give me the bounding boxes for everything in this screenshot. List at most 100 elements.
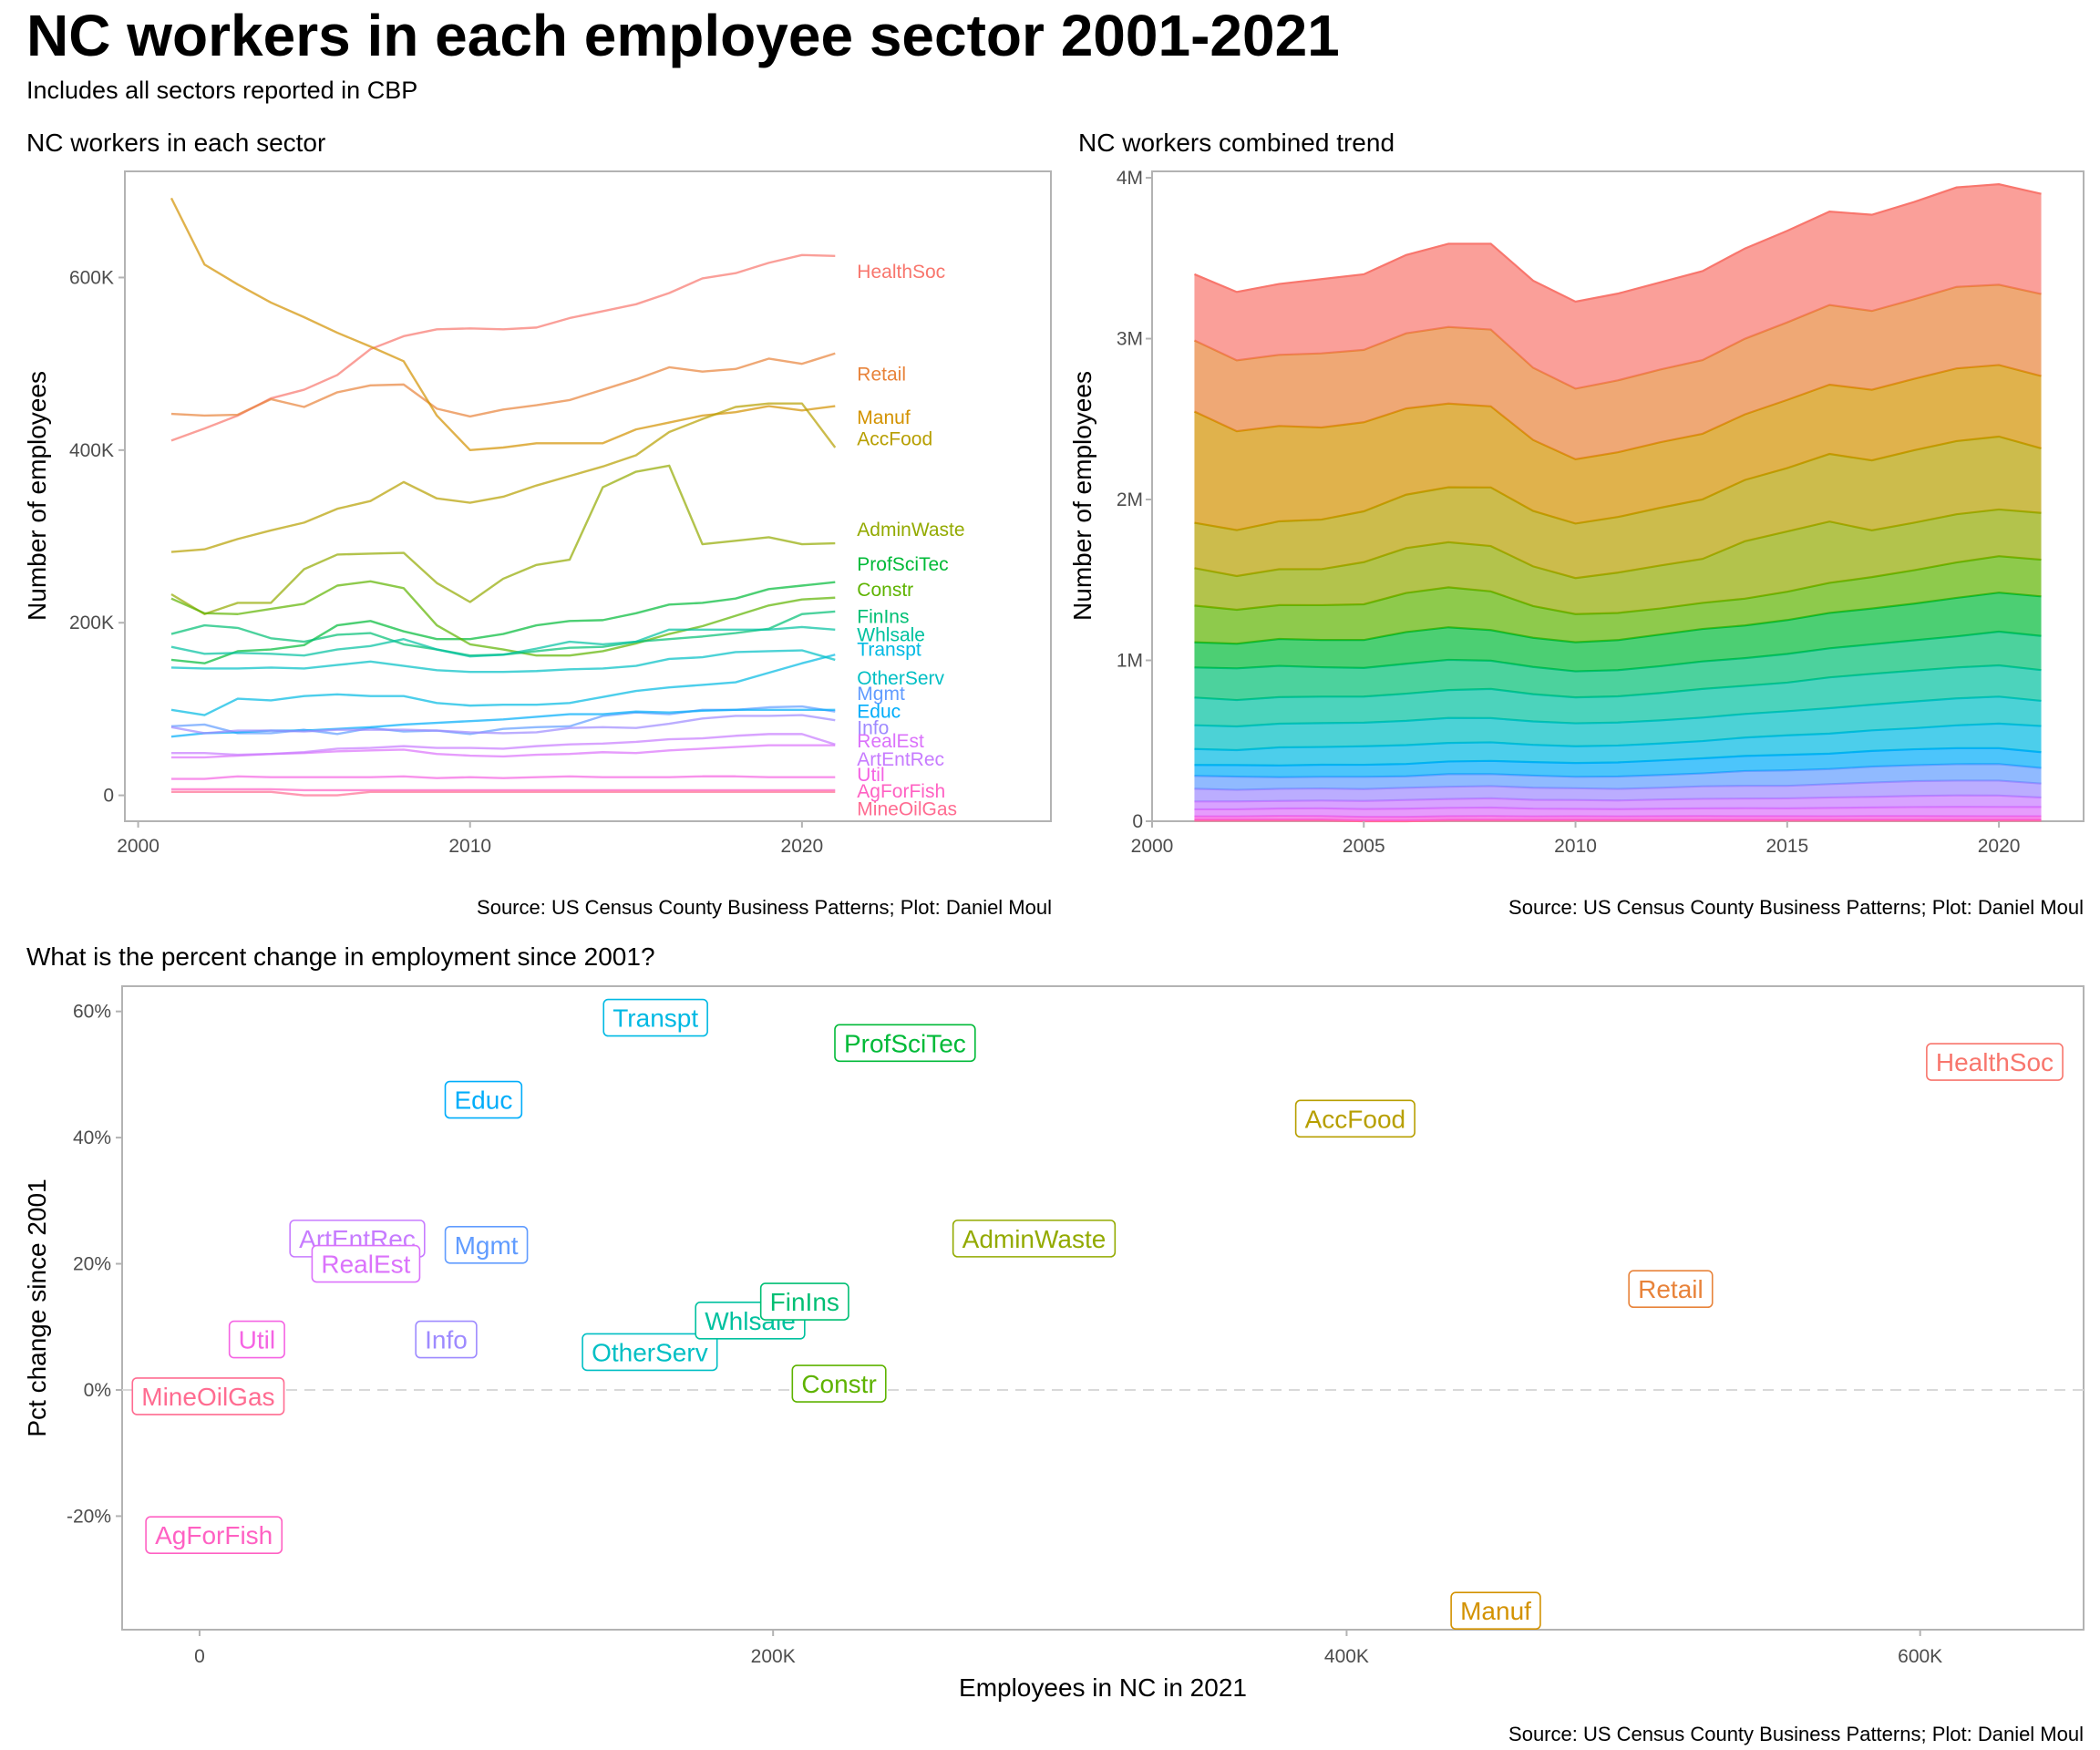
line-chart-direct-labels: HealthSoc Retail ManufAccFood AdminWaste Pro… (857, 262, 964, 820)
label-text: Manuf (1460, 1597, 1531, 1625)
line-chart-x-axis: 2000 2010 2020 (117, 821, 823, 857)
label-text: Mgmt (455, 1231, 519, 1260)
label-text: ProfSciTec (844, 1029, 966, 1057)
y-tick-label: 20% (73, 1254, 111, 1275)
label-text: FinIns (770, 1288, 839, 1316)
y-tick-label: 60% (73, 1002, 111, 1023)
series-line-manuf (170, 197, 836, 452)
x-tick-label: 200K (751, 1646, 796, 1667)
label-text: OtherServ (592, 1338, 708, 1366)
x-tick-label: 2010 (1554, 836, 1597, 857)
line-chart: 0 200K 400K 600K 2000 2010 2020 HealthSoc Reta… (23, 170, 1052, 857)
point-label-adminwaste: AdminWaste (952, 1220, 1117, 1258)
scatter-x-axis: 0 200K 400K 600K (194, 1630, 1942, 1667)
area-edge-mineoilgas (1194, 819, 2042, 823)
main-title: NC workers in each employee sector 2001-… (26, 3, 1340, 68)
label-text: AgForFish (155, 1521, 273, 1549)
x-tick-label: 400K (1324, 1646, 1369, 1667)
line-chart-y-axis-title: Number of employees (23, 371, 51, 621)
series-label-transpt: Transpt (857, 640, 921, 661)
label-text: AccFood (1305, 1105, 1406, 1133)
point-label-healthsoc: HealthSoc (1926, 1043, 2064, 1081)
x-tick-label: 600K (1898, 1646, 1942, 1667)
area-chart: 0 1M 2M 3M 4M 2000 2005 2010 2015 2020 Number of… (1068, 168, 2085, 857)
scatter-chart-title: What is the percent change in employment… (26, 942, 655, 971)
y-tick-label: 0% (84, 1380, 111, 1401)
point-label-otherserv: OtherServ (582, 1333, 718, 1372)
label-text: AdminWaste (962, 1225, 1107, 1253)
scatter-x-axis-title: Employees in NC in 2021 (959, 1673, 1247, 1702)
area-chart-layers (1193, 183, 2042, 823)
x-tick-label: 2000 (1131, 836, 1174, 857)
y-tick-label: 40% (73, 1127, 111, 1148)
label-text: MineOilGas (141, 1383, 274, 1411)
x-tick-label: 2015 (1765, 836, 1808, 857)
y-tick-label: 2M (1117, 489, 1143, 510)
area-chart-y-axis: 0 1M 2M 3M 4M (1117, 168, 1152, 832)
point-label-util: Util (228, 1320, 285, 1359)
x-tick-label: 2005 (1343, 836, 1385, 857)
series-line-realest (170, 744, 836, 759)
point-label-agforfish: AgForFish (145, 1516, 283, 1554)
area-chart-y-axis-title: Number of employees (1068, 371, 1096, 621)
point-label-profscitec: ProfSciTec (834, 1024, 976, 1063)
line-chart-series (170, 197, 837, 797)
y-tick-label: -20% (67, 1506, 111, 1527)
y-tick-label: 3M (1117, 329, 1143, 350)
series-label-adminwaste: AdminWaste (857, 520, 964, 540)
label-text: Transpt (612, 1004, 698, 1033)
scatter-labels: HealthSoc AccFood AdminWaste Retail Manuf Tra… (131, 998, 2064, 1631)
point-label-info: Info (415, 1320, 478, 1359)
series-label-accfood: AccFood (857, 429, 932, 450)
line-chart-y-axis: 0 200K 400K 600K (69, 267, 125, 807)
label-text: Constr (801, 1370, 876, 1398)
series-line-adminwaste (170, 464, 836, 615)
label-text: HealthSoc (1936, 1048, 2054, 1076)
area-chart-caption: Source: US Census County Business Patter… (1508, 896, 2084, 919)
scatter-y-axis-title: Pct change since 2001 (23, 1179, 51, 1436)
y-tick-label: 0 (103, 786, 114, 807)
scatter-caption: Source: US Census County Business Patter… (1508, 1723, 2084, 1745)
point-label-retail: Retail (1628, 1270, 1714, 1309)
series-label-constr: Constr (857, 580, 913, 601)
y-tick-label: 600K (69, 267, 114, 288)
point-label-constr: Constr (791, 1364, 887, 1403)
scatter-y-axis: -20% 0% 20% 40% 60% (67, 1002, 122, 1527)
series-label-profscitec: ProfSciTec (857, 554, 948, 575)
series-line-transpt (170, 654, 836, 716)
series-line-agforfish (170, 788, 836, 792)
series-line-mineoilgas (170, 790, 836, 797)
scatter-chart: -20% 0% 20% 40% 60% 0 200K 400K 600K HealthSoc A… (23, 985, 2085, 1702)
point-label-manuf: Manuf (1450, 1591, 1541, 1631)
label-text: Util (239, 1326, 275, 1354)
series-line-info (170, 714, 836, 735)
point-label-mineoilgas: MineOilGas (131, 1377, 285, 1415)
label-text: Retail (1638, 1275, 1704, 1303)
series-line-artentrec (170, 733, 836, 757)
point-label-educ: Educ (444, 1080, 523, 1119)
point-label-accfood: AccFood (1294, 1099, 1415, 1138)
area-chart-x-axis: 2000 2005 2010 2015 2020 (1131, 821, 2021, 857)
series-label-healthsoc: HealthSoc (857, 262, 945, 283)
x-tick-label: 2000 (117, 836, 160, 857)
x-tick-label: 2020 (781, 836, 824, 857)
series-line-constr (170, 580, 836, 657)
series-line-accfood (170, 402, 837, 553)
area-chart-title: NC workers combined trend (1078, 129, 1395, 157)
point-label-realest: RealEst (311, 1244, 421, 1283)
x-tick-label: 2010 (448, 836, 491, 857)
line-chart-title: NC workers in each sector (26, 129, 326, 157)
series-label-manuf: Manuf (857, 407, 911, 428)
label-text: RealEst (321, 1251, 410, 1279)
x-tick-label: 0 (194, 1646, 205, 1667)
y-tick-label: 400K (69, 440, 114, 461)
series-line-util (170, 775, 836, 780)
y-tick-label: 1M (1117, 651, 1143, 672)
main-subtitle: Includes all sectors reported in CBP (26, 77, 418, 104)
series-label-mineoilgas: MineOilGas (857, 799, 957, 820)
line-chart-caption: Source: US Census County Business Patter… (477, 896, 1052, 919)
scatter-panel-border (121, 985, 2085, 1631)
x-tick-label: 2020 (1978, 836, 2021, 857)
y-tick-label: 0 (1132, 811, 1143, 832)
y-tick-label: 200K (69, 612, 114, 633)
